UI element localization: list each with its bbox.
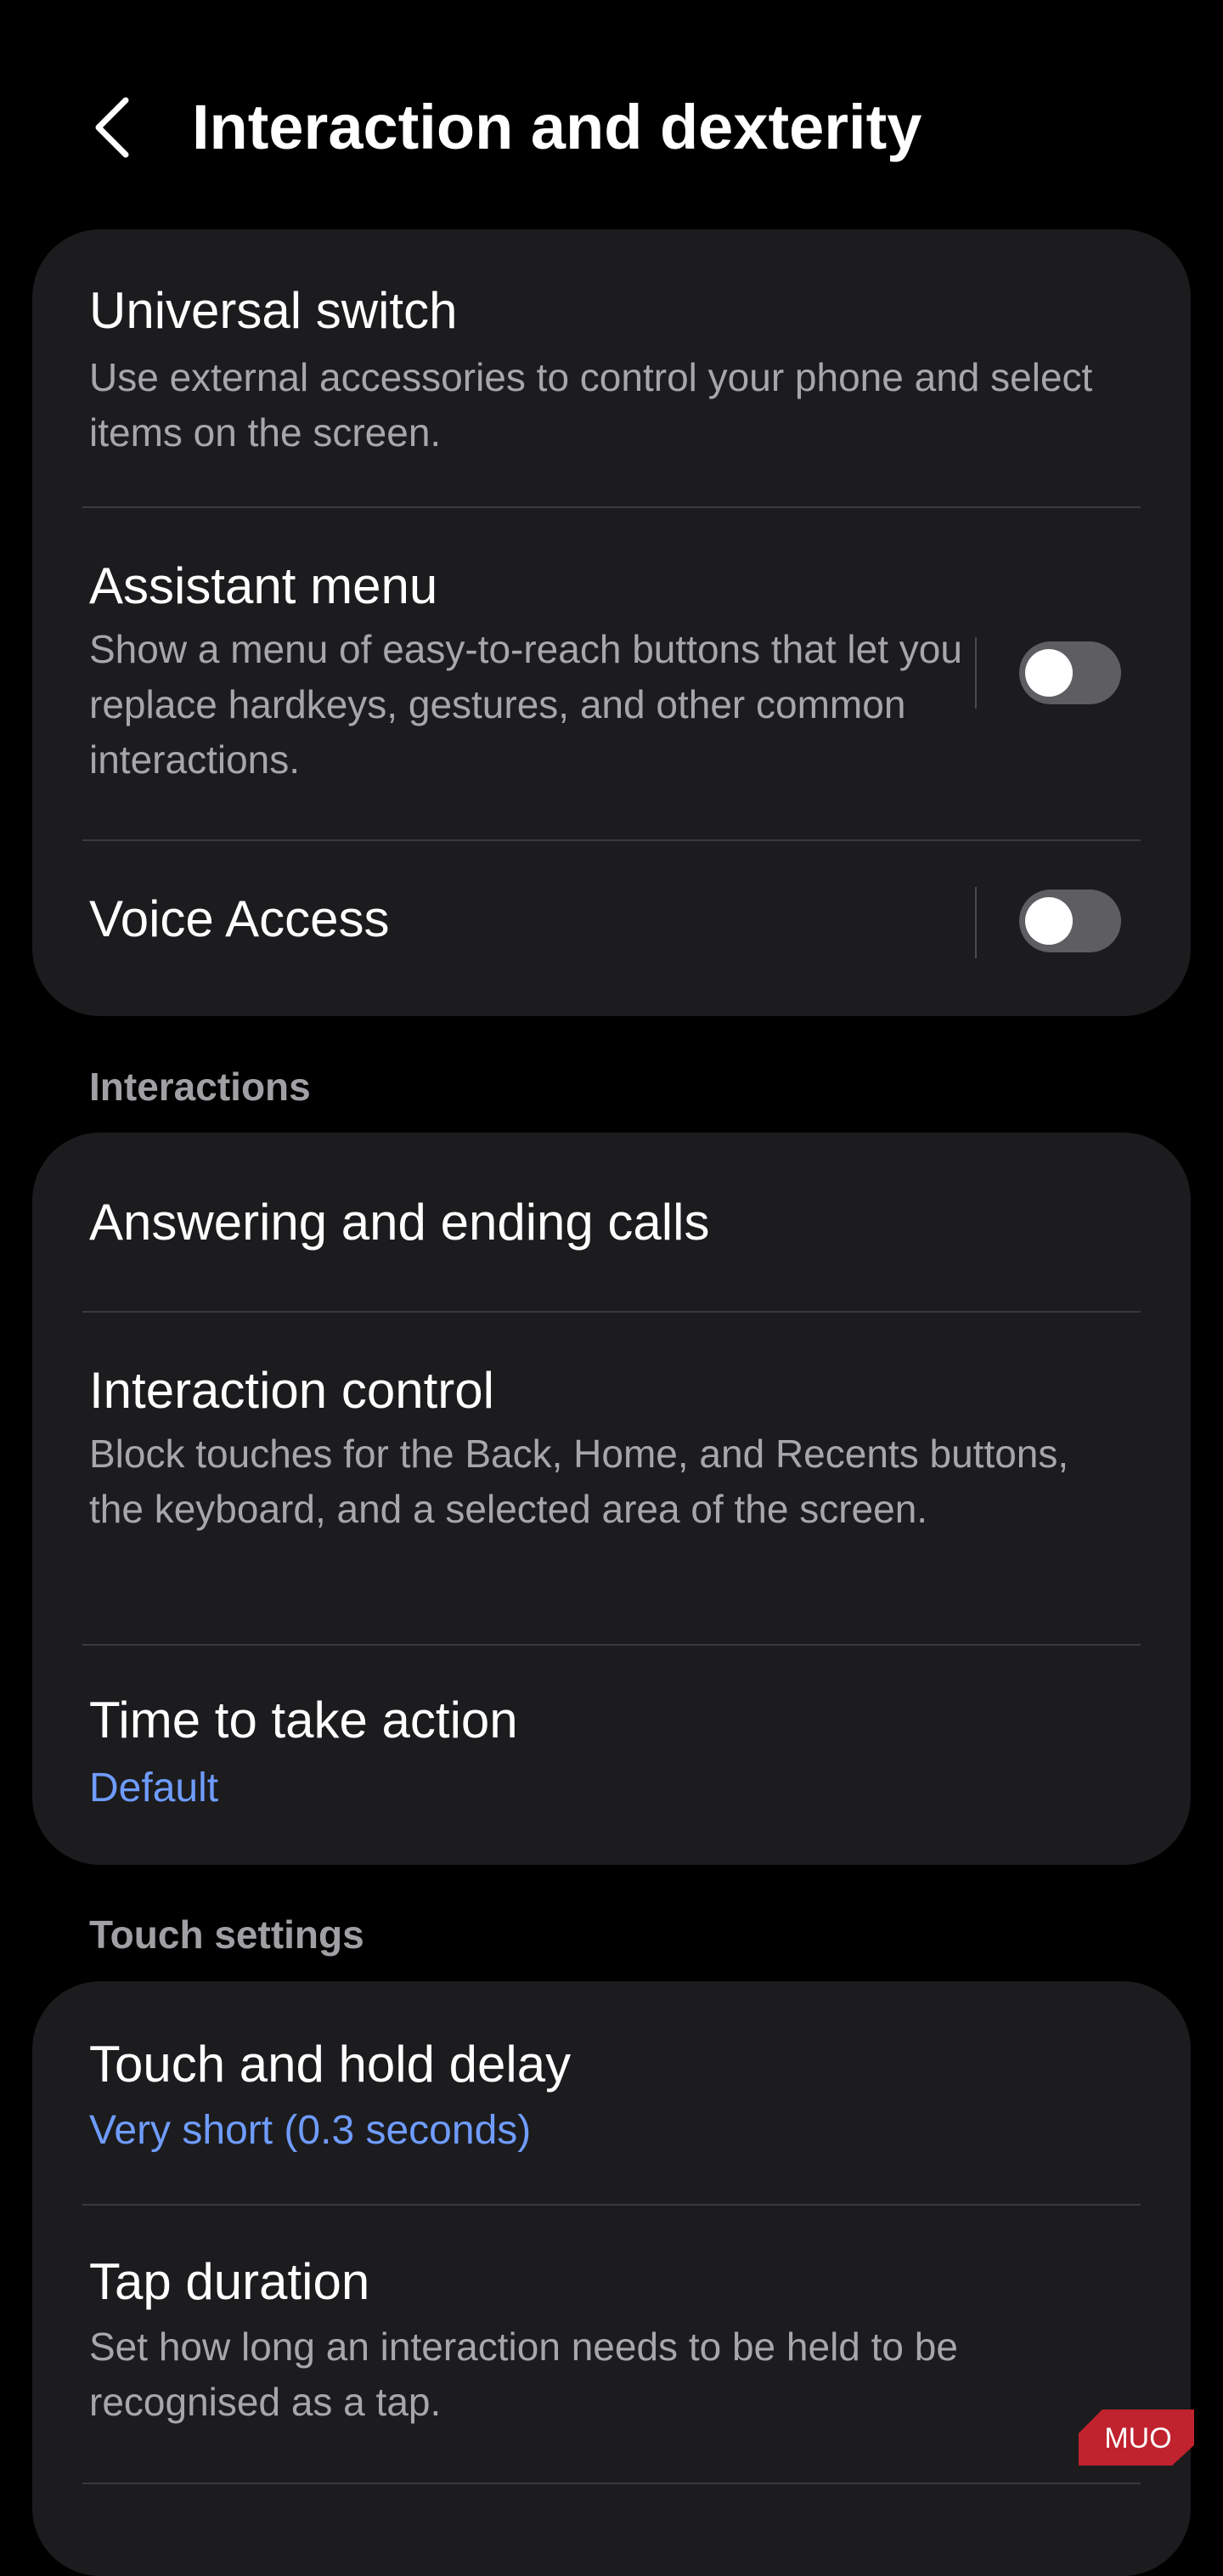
interaction-control-item[interactable]: Interaction control Block touches for th… [32, 1313, 1191, 1644]
top-settings-card: Universal switch Use external accessorie… [32, 229, 1191, 1016]
tap-duration-description: Set how long an interaction needs to be … [89, 2325, 958, 2424]
answering-calls-item[interactable]: Answering and ending calls [32, 1133, 1191, 1311]
voice-access-item[interactable]: Voice Access [32, 841, 1191, 1016]
touch-and-hold-delay-value: Very short (0.3 seconds) [89, 2108, 532, 2153]
voice-access-toggle[interactable] [1019, 890, 1121, 952]
section-label-interactions: Interactions [89, 1065, 311, 1109]
tap-duration-title: Tap duration [89, 2253, 370, 2310]
universal-switch-title: Universal switch [89, 282, 458, 339]
touch-and-hold-delay-item[interactable]: Touch and hold delay Very short (0.3 sec… [32, 1981, 1191, 2204]
assistant-menu-title: Assistant menu [89, 557, 438, 614]
time-to-take-action-item[interactable]: Time to take action Default [32, 1646, 1191, 1865]
assistant-menu-description: Show a menu of easy-to-reach buttons tha… [89, 627, 962, 782]
toggle-knob [1025, 649, 1073, 697]
app-header: Interaction and dexterity [0, 0, 1223, 229]
voice-access-title: Voice Access [89, 890, 390, 947]
interaction-control-title: Interaction control [89, 1362, 494, 1419]
toggle-knob [1025, 897, 1073, 945]
time-to-take-action-title: Time to take action [89, 1692, 518, 1748]
assistant-menu-item[interactable]: Assistant menu Show a menu of easy-to-re… [32, 508, 1191, 839]
answering-calls-title: Answering and ending calls [89, 1194, 710, 1251]
muo-watermark-logo: MUO [1077, 2408, 1196, 2467]
page-title: Interaction and dexterity [192, 92, 922, 162]
interactions-card: Answering and ending calls Interaction c… [32, 1133, 1191, 1865]
svg-text:MUO: MUO [1104, 2422, 1171, 2455]
time-to-take-action-value: Default [89, 1765, 219, 1811]
touch-settings-card: Touch and hold delay Very short (0.3 sec… [32, 1981, 1191, 2576]
interaction-control-description: Block touches for the Back, Home, and Re… [89, 1432, 1069, 1531]
universal-switch-description: Use external accessories to control your… [89, 355, 1093, 455]
toggle-separator [975, 887, 977, 958]
tap-duration-item[interactable]: Tap duration Set how long an interaction… [32, 2206, 1191, 2483]
touch-and-hold-delay-title: Touch and hold delay [89, 2036, 572, 2093]
divider [82, 2483, 1141, 2484]
assistant-menu-toggle[interactable] [1019, 641, 1121, 704]
universal-switch-item[interactable]: Universal switch Use external accessorie… [32, 229, 1191, 506]
back-button[interactable] [82, 85, 149, 170]
chevron-left-icon [95, 97, 129, 158]
toggle-separator [975, 637, 977, 709]
section-label-touch-settings: Touch settings [89, 1912, 364, 1957]
